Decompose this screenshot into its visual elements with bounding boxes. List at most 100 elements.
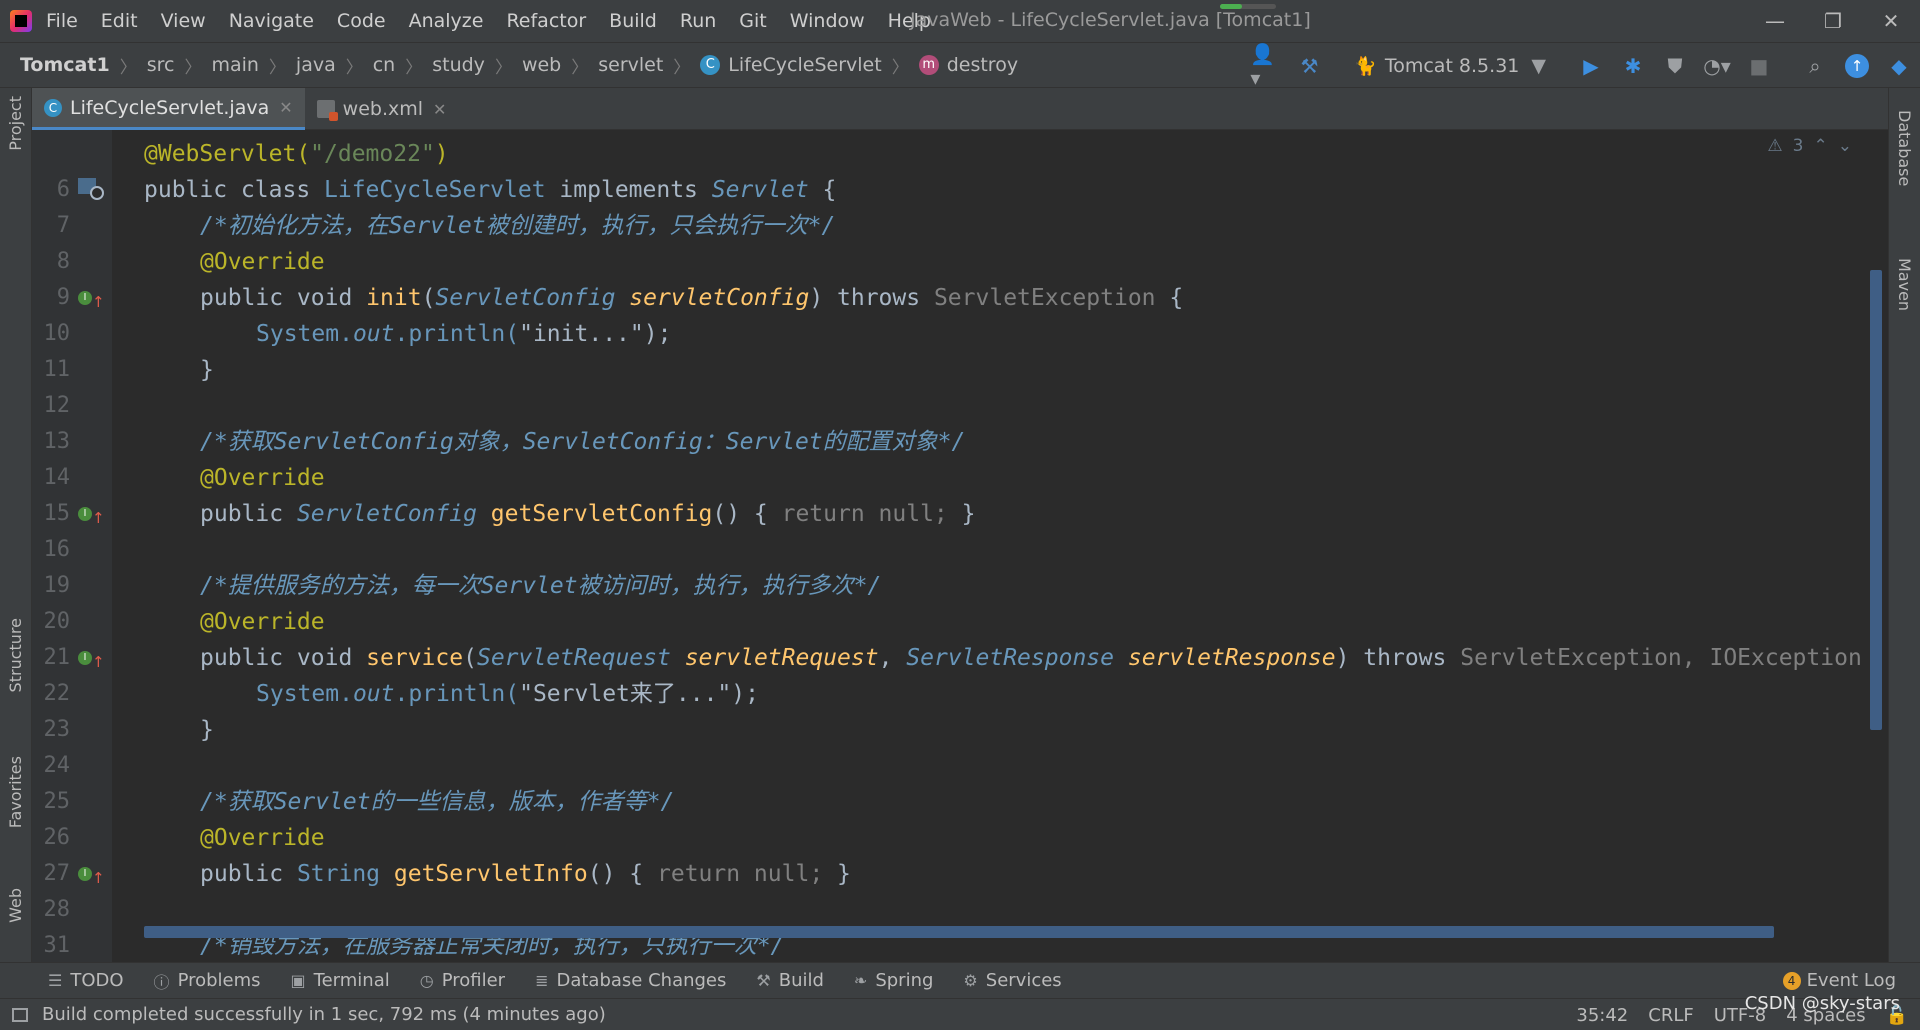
menu-git[interactable]: Git <box>739 10 766 32</box>
web-servlet-gutter-icon[interactable] <box>78 178 104 202</box>
run-configuration-selector[interactable]: 🐈 Tomcat 8.5.31 ▼ <box>1340 49 1560 83</box>
code-editor[interactable]: ⚠ 3 ⌃ ⌄ 6 @WebServlet("/demo22") 7 public c… <box>32 130 1888 962</box>
breadcrumb-study[interactable]: study <box>432 54 485 76</box>
menu-build[interactable]: Build <box>609 10 657 32</box>
menu-file[interactable]: File <box>46 10 78 32</box>
code-token: } <box>200 717 214 743</box>
coverage-icon[interactable]: ⛊ <box>1658 49 1692 83</box>
code-line: 21 @Override <box>32 604 1888 670</box>
spring-leaf-icon: ❧ <box>853 971 868 990</box>
implements-method-gutter-icon[interactable]: I ↑ <box>78 648 105 671</box>
build-hammer-icon[interactable]: ⚒ <box>1292 49 1326 83</box>
code-line: 31 <box>32 892 1888 958</box>
breadcrumb-web[interactable]: web <box>522 54 561 76</box>
breadcrumb-separator: 〉 <box>494 57 512 78</box>
breadcrumb-class[interactable]: C LifeCycleServlet <box>700 54 882 76</box>
update-icon[interactable]: ↑ <box>1840 49 1874 83</box>
code-token: } <box>200 357 214 383</box>
breadcrumb-main[interactable]: main <box>211 54 258 76</box>
code-line: 11 System.out.println("init..."); <box>32 316 1888 382</box>
breadcrumb-servlet[interactable]: servlet <box>598 54 663 76</box>
code-token: return null; <box>781 501 948 527</box>
code-token: System. <box>256 681 353 707</box>
debug-icon[interactable]: ✱ <box>1616 49 1650 83</box>
close-tab-icon[interactable]: ✕ <box>279 98 292 117</box>
breadcrumb-java[interactable]: java <box>296 54 336 76</box>
services-tool-button[interactable]: ⚙ Services <box>963 970 1061 991</box>
close-window-button[interactable]: ✕ <box>1871 6 1911 36</box>
implements-method-gutter-icon[interactable]: I ↑ <box>78 288 105 311</box>
build-tool-button[interactable]: ⚒ Build <box>756 970 824 991</box>
code-token: public void <box>200 285 367 311</box>
code-token: ) <box>809 285 824 311</box>
menu-window[interactable]: Window <box>790 10 865 32</box>
code-with-me-icon[interactable]: ◆ <box>1882 49 1916 83</box>
close-tab-icon[interactable]: ✕ <box>433 100 446 119</box>
code-token: @Override <box>200 609 325 635</box>
code-token: .println( <box>394 321 520 347</box>
left-tool-strip: Project Structure Favorites Web <box>0 88 32 968</box>
menu-code[interactable]: Code <box>337 10 386 32</box>
profiler-tool-button[interactable]: ◷ Profiler <box>420 970 505 991</box>
code-token: ); <box>643 321 672 347</box>
spring-tool-button[interactable]: ❧ Spring <box>854 970 934 991</box>
run-config-label: Tomcat 8.5.31 <box>1384 55 1520 77</box>
search-icon[interactable]: ⌕ <box>1798 49 1832 83</box>
code-line: 19 <box>32 532 1888 598</box>
code-line: 26 /*获取Servlet的一些信息，版本，作者等*/ <box>32 784 1888 850</box>
horizontal-scrollbar[interactable] <box>144 926 1774 938</box>
menu-navigate[interactable]: Navigate <box>229 10 314 32</box>
restore-button[interactable]: ❐ <box>1813 6 1853 36</box>
menu-edit[interactable]: Edit <box>101 10 138 32</box>
web-tool-tab[interactable]: Web <box>6 888 25 923</box>
code-token: { <box>808 177 837 203</box>
breadcrumb-src[interactable]: src <box>147 54 175 76</box>
menu-run[interactable]: Run <box>680 10 716 32</box>
structure-tool-tab[interactable]: Structure <box>6 618 25 692</box>
menu-refactor[interactable]: Refactor <box>506 10 586 32</box>
tab-lifecycleservlet-java[interactable]: C LifeCycleServlet.java ✕ <box>32 88 305 130</box>
user-account-icon[interactable]: 👤▾ <box>1250 42 1284 90</box>
code-token: ServletResponse <box>906 645 1114 671</box>
profile-icon[interactable]: ◔▾ <box>1700 49 1734 83</box>
maven-tool-tab[interactable]: Maven <box>1895 258 1914 311</box>
todo-tool-button[interactable]: ☰ TODO <box>48 970 124 991</box>
tab-web-xml[interactable]: web.xml ✕ <box>305 88 459 130</box>
status-message[interactable]: Build completed successfully in 1 sec, 7… <box>12 1004 606 1025</box>
breadcrumb-method-label: destroy <box>946 54 1019 76</box>
code-token: ( <box>421 285 436 311</box>
implements-method-gutter-icon[interactable]: I ↑ <box>78 504 105 527</box>
hammer-icon: ⚒ <box>756 971 771 990</box>
code-line: 15 @Override <box>32 460 1888 526</box>
code-token: throws <box>1349 645 1461 671</box>
code-token: ) <box>434 141 449 167</box>
tool-windows-icon[interactable] <box>12 1007 28 1022</box>
tab-label: web.xml <box>342 98 424 120</box>
favorites-tool-tab[interactable]: Favorites <box>6 756 25 828</box>
menu-analyze[interactable]: Analyze <box>409 10 484 32</box>
code-token: public class <box>144 177 325 203</box>
breadcrumb-project[interactable]: Tomcat1 <box>20 54 110 76</box>
breadcrumb-cn[interactable]: cn <box>373 54 396 76</box>
problems-tool-button[interactable]: ⓘ Problems <box>154 969 261 993</box>
bottom-tool-bar: ☰ TODO ⓘ Problems ▣ Terminal ◷ Profiler ≣ Dat… <box>0 962 1920 998</box>
menu-view[interactable]: View <box>161 10 206 32</box>
code-token: "Servlet来了..." <box>519 681 732 707</box>
event-log-button[interactable]: 4 Event Log <box>1782 970 1896 991</box>
code-token: implements <box>545 177 712 203</box>
tool-label: Database Changes <box>556 970 727 991</box>
caret-position[interactable]: 35:42 <box>1576 1005 1628 1026</box>
run-icon[interactable]: ▶ <box>1574 49 1608 83</box>
database-tool-tab[interactable]: Database <box>1895 110 1914 186</box>
line-separator[interactable]: CRLF <box>1648 1005 1693 1026</box>
database-changes-tool-button[interactable]: ≣ Database Changes <box>535 970 726 991</box>
implements-method-gutter-icon[interactable]: I ↑ <box>78 864 105 887</box>
code-token: () { <box>712 501 782 527</box>
minimize-button[interactable]: — <box>1755 6 1795 36</box>
vertical-scrollbar[interactable] <box>1870 270 1882 730</box>
code-line: 13 <box>32 388 1888 454</box>
terminal-tool-button[interactable]: ▣ Terminal <box>291 970 390 991</box>
breadcrumb-method[interactable]: m destroy <box>918 54 1019 76</box>
project-tool-tab[interactable]: Project <box>6 96 25 151</box>
stop-icon[interactable]: ■ <box>1742 49 1776 83</box>
